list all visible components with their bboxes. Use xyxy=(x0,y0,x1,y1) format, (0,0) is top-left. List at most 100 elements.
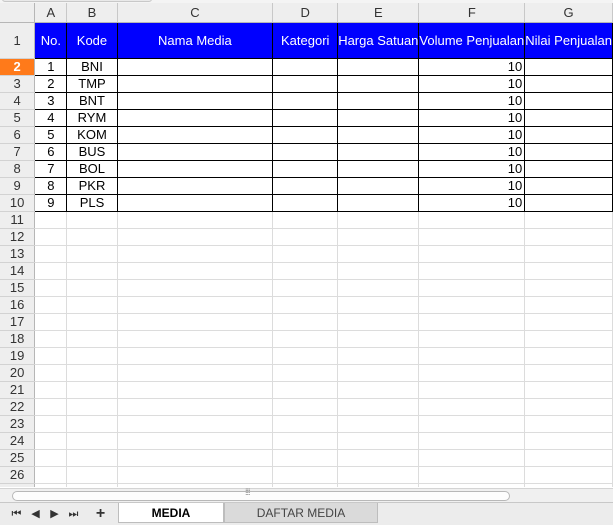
empty-cell[interactable] xyxy=(337,228,420,246)
cell-harga-satuan[interactable] xyxy=(337,74,420,93)
row-header-22[interactable]: 22 xyxy=(0,398,36,416)
empty-cell[interactable] xyxy=(272,313,339,331)
empty-cell[interactable] xyxy=(34,245,68,263)
empty-cell[interactable] xyxy=(524,398,613,416)
empty-cell[interactable] xyxy=(272,364,339,382)
tab-daftar-media-cetak[interactable]: DAFTAR MEDIA CETAK xyxy=(224,503,378,523)
row-header-6[interactable]: 6 xyxy=(0,126,36,144)
row-header-13[interactable]: 13 xyxy=(0,245,36,263)
cell-nama-media[interactable] xyxy=(116,142,274,161)
column-header-g[interactable]: G xyxy=(524,3,613,23)
next-sheet-icon[interactable]: ▶ xyxy=(48,507,61,521)
row-header-2[interactable]: 2 xyxy=(0,58,36,76)
cell-volume-penjualan[interactable]: 10 xyxy=(418,159,526,178)
row-header-12[interactable]: 12 xyxy=(0,228,36,246)
cell-kategori[interactable] xyxy=(272,176,339,195)
empty-cell[interactable] xyxy=(524,466,613,484)
cell-nama-media[interactable] xyxy=(116,159,274,178)
empty-cell[interactable] xyxy=(272,432,339,450)
toolbar-button-edge[interactable] xyxy=(2,0,152,2)
empty-cell[interactable] xyxy=(117,381,274,399)
cell-volume-penjualan[interactable]: 10 xyxy=(418,125,526,144)
row-header-23[interactable]: 23 xyxy=(0,415,36,433)
cell-kategori[interactable] xyxy=(272,142,339,161)
cell-nilai-penjualan[interactable] xyxy=(524,159,613,178)
empty-cell[interactable] xyxy=(66,449,118,467)
empty-cell[interactable] xyxy=(34,449,68,467)
header-cell-kode[interactable]: Kode xyxy=(66,21,118,59)
empty-cell[interactable] xyxy=(66,432,118,450)
empty-cell[interactable] xyxy=(337,245,420,263)
empty-cell[interactable] xyxy=(34,415,68,433)
cell-nama-media[interactable] xyxy=(116,125,274,144)
header-cell-kategori[interactable]: Kategori xyxy=(272,21,339,59)
cell-nilai-penjualan[interactable] xyxy=(524,91,613,110)
cell-kode[interactable]: BNI xyxy=(66,57,118,76)
empty-cell[interactable] xyxy=(34,381,68,399)
cell-nilai-penjualan[interactable] xyxy=(524,57,613,76)
header-cell-nilai-penjualan[interactable]: Nilai Penjualan xyxy=(524,21,613,59)
empty-cell[interactable] xyxy=(337,381,420,399)
select-all-corner[interactable] xyxy=(0,3,36,23)
empty-cell[interactable] xyxy=(66,279,118,297)
column-header-f[interactable]: F xyxy=(418,3,526,23)
cell-nilai-penjualan[interactable] xyxy=(524,176,613,195)
empty-cell[interactable] xyxy=(66,296,118,314)
cell-nilai-penjualan[interactable] xyxy=(524,193,613,212)
tab-media-cetak[interactable]: MEDIA CETAK xyxy=(118,503,224,523)
empty-cell[interactable] xyxy=(418,330,526,348)
row-header-21[interactable]: 21 xyxy=(0,381,36,399)
empty-cell[interactable] xyxy=(272,415,339,433)
cell-no[interactable]: 7 xyxy=(34,159,68,178)
empty-cell[interactable] xyxy=(418,211,526,229)
empty-cell[interactable] xyxy=(337,211,420,229)
empty-cell[interactable] xyxy=(272,466,339,484)
header-cell-nama-media[interactable]: Nama Media xyxy=(116,21,274,59)
empty-cell[interactable] xyxy=(337,279,420,297)
row-header-20[interactable]: 20 xyxy=(0,364,36,382)
empty-cell[interactable] xyxy=(117,347,274,365)
empty-cell[interactable] xyxy=(117,364,274,382)
empty-cell[interactable] xyxy=(66,228,118,246)
empty-cell[interactable] xyxy=(524,347,613,365)
empty-cell[interactable] xyxy=(66,347,118,365)
empty-cell[interactable] xyxy=(524,296,613,314)
row-header-7[interactable]: 7 xyxy=(0,143,36,161)
spreadsheet-grid[interactable]: A B C D E F G 1 No. Kode Nama Media Kate… xyxy=(0,3,613,487)
cell-harga-satuan[interactable] xyxy=(337,142,420,161)
empty-cell[interactable] xyxy=(524,449,613,467)
cell-harga-satuan[interactable] xyxy=(337,176,420,195)
empty-cell[interactable] xyxy=(117,449,274,467)
cell-no[interactable]: 6 xyxy=(34,142,68,161)
cell-nama-media[interactable] xyxy=(116,74,274,93)
empty-cell[interactable] xyxy=(66,245,118,263)
cell-kategori[interactable] xyxy=(272,193,339,212)
cell-volume-penjualan[interactable]: 10 xyxy=(418,142,526,161)
empty-cell[interactable] xyxy=(66,398,118,416)
empty-cell[interactable] xyxy=(418,364,526,382)
cell-kode[interactable]: RYM xyxy=(66,108,118,127)
empty-cell[interactable] xyxy=(524,432,613,450)
empty-cell[interactable] xyxy=(34,432,68,450)
scrollbar-thumb[interactable] xyxy=(12,491,510,501)
empty-cell[interactable] xyxy=(117,245,274,263)
cell-nama-media[interactable] xyxy=(116,193,274,212)
cell-no[interactable]: 9 xyxy=(34,193,68,212)
cell-kategori[interactable] xyxy=(272,91,339,110)
cell-harga-satuan[interactable] xyxy=(337,57,420,76)
empty-cell[interactable] xyxy=(272,279,339,297)
empty-cell[interactable] xyxy=(66,466,118,484)
cell-harga-satuan[interactable] xyxy=(337,108,420,127)
cell-kode[interactable]: PLS xyxy=(66,193,118,212)
empty-cell[interactable] xyxy=(418,432,526,450)
empty-cell[interactable] xyxy=(66,483,118,487)
empty-cell[interactable] xyxy=(337,483,420,487)
cell-kode[interactable]: BOL xyxy=(66,159,118,178)
empty-cell[interactable] xyxy=(337,466,420,484)
empty-cell[interactable] xyxy=(524,381,613,399)
cell-no[interactable]: 4 xyxy=(34,108,68,127)
empty-cell[interactable] xyxy=(418,279,526,297)
empty-cell[interactable] xyxy=(117,330,274,348)
cell-nama-media[interactable] xyxy=(116,91,274,110)
row-header-27[interactable]: 27 xyxy=(0,483,36,487)
